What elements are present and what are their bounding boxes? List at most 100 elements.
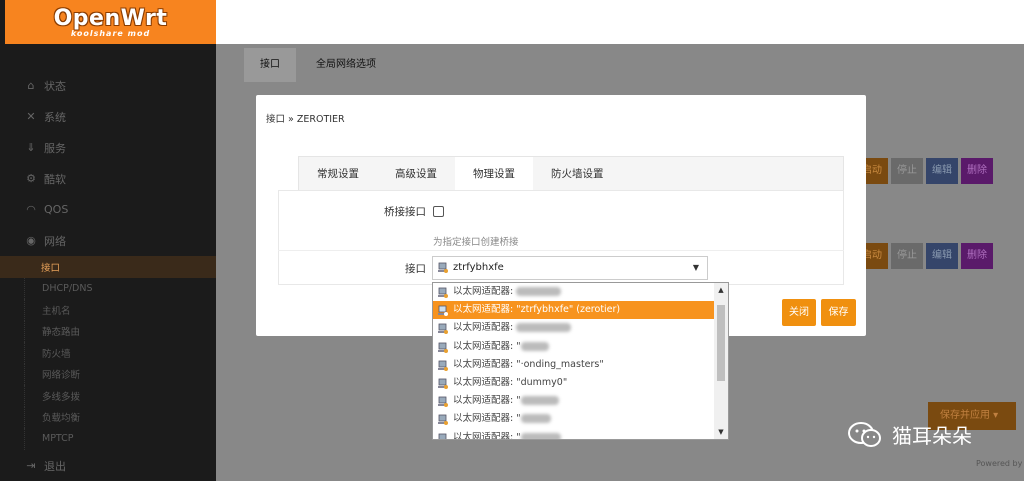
modal-tabs: 常规设置 高级设置 物理设置 防火墙设置 [298, 156, 844, 190]
tab-global-options[interactable]: 全局网络选项 [296, 48, 396, 82]
gauge-icon: ◠ [26, 202, 36, 216]
interface-row-actions: 启动 停止 编辑 删除 [856, 243, 993, 269]
interface-dropdown-list[interactable]: 以太网适配器: 以太网适配器: "ztrfybhxfe" (zerotier) … [432, 282, 729, 440]
network-adapter-icon [438, 433, 447, 439]
dropdown-option-prefix: 以太网适配器: [453, 304, 514, 316]
tab-general[interactable]: 常规设置 [299, 157, 377, 190]
stop-button[interactable]: 停止 [891, 158, 923, 184]
dropdown-option-prefix: 以太网适配器: [453, 431, 514, 440]
main-tabs: 接口 全局网络选项 [244, 48, 396, 82]
bridge-checkbox[interactable] [433, 206, 444, 217]
scroll-down-icon[interactable]: ▼ [714, 425, 728, 439]
scroll-up-icon[interactable]: ▲ [714, 283, 728, 297]
dropdown-option[interactable]: 以太网适配器: " [433, 410, 716, 428]
save-button[interactable]: 保存 [821, 299, 856, 326]
sidebar-subitem-diagnostics[interactable]: 网络诊断 [24, 363, 216, 385]
dropdown-option-prefix: 以太网适配器: [453, 395, 514, 407]
dropdown-option-prefix: 以太网适配器: [453, 322, 514, 334]
dropdown-option[interactable]: 以太网适配器: " [433, 338, 716, 356]
delete-button[interactable]: 删除 [961, 243, 993, 269]
redacted-text [520, 341, 549, 351]
sidebar-item-label: 系统 [44, 110, 66, 124]
powered-by: Powered by [976, 459, 1023, 468]
tab-advanced[interactable]: 高级设置 [377, 157, 455, 190]
dropdown-option-value: "dummy0" [516, 376, 568, 388]
sidebar-item-network[interactable]: ◉ 网络 [0, 225, 216, 256]
tab-interfaces[interactable]: 接口 [244, 48, 296, 82]
dropdown-option-value: " [516, 340, 521, 352]
dropdown-option[interactable]: 以太网适配器: " [433, 392, 716, 410]
network-adapter-icon [438, 378, 448, 389]
dropdown-option[interactable]: 以太网适配器: "dummy0" [433, 374, 716, 392]
network-adapter-icon [438, 323, 448, 335]
sidebar-subitem-firewall[interactable]: 防火墙 [24, 342, 216, 364]
sidebar-item-label: 酷软 [44, 172, 66, 186]
dropdown-option-prefix: 以太网适配器: [453, 376, 514, 388]
sidebar-item-label: 状态 [44, 79, 66, 93]
sidebar-subitem-dhcp[interactable]: DHCP/DNS [24, 277, 216, 299]
redacted-text [516, 323, 572, 333]
dropdown-option[interactable]: 以太网适配器: " [433, 429, 716, 440]
network-adapter-icon [438, 414, 448, 426]
sidebar-subitem-mptcp[interactable]: MPTCP [24, 428, 216, 450]
globe-icon: ◉ [26, 233, 36, 247]
sidebar-item-label: QOS [44, 203, 69, 216]
sidebar-subitem-loadbalance[interactable]: 负载均衡 [24, 406, 216, 428]
top-header [216, 0, 1024, 44]
network-adapter-icon [438, 287, 448, 298]
side-menu: ⌂ 状态 ✕ 系统 ⇓ 服务 ⚙ 酷软 ◠ QOS ◉ 网络 接口 DHCP/DNS 主机名… [0, 70, 216, 450]
dropdown-option-prefix: 以太网适配器: [453, 340, 514, 352]
dropdown-option-selected[interactable]: 以太网适配器: "ztrfybhxfe" (zerotier) [433, 301, 716, 320]
dropdown-option-prefix: 以太网适配器: [453, 358, 514, 370]
delete-button[interactable]: 删除 [961, 158, 993, 184]
tab-firewall[interactable]: 防火墙设置 [533, 157, 622, 190]
dropdown-option-prefix: 以太网适配器: [453, 413, 514, 425]
sidebar-subitem-multiwan[interactable]: 多线多拨 [24, 385, 216, 407]
sidebar-item-label: 服务 [44, 141, 66, 155]
tab-physical[interactable]: 物理设置 [455, 157, 533, 190]
dropdown-option-prefix: 以太网适配器: [453, 286, 514, 297]
gears-icon: ⚙ [26, 171, 36, 185]
logout-icon: ⇥ [26, 458, 36, 472]
sidebar-item-label: 退出 [44, 459, 66, 473]
network-adapter-icon [438, 360, 448, 371]
sidebar-item-system[interactable]: ✕ 系统 [0, 101, 216, 132]
chevron-down-icon: ▼ [692, 263, 699, 272]
dropdown-option-value: "ztrfybhxfe" (zerotier) [516, 304, 621, 316]
redacted-text [516, 287, 562, 296]
sidebar-item-logout[interactable]: ⇥ 退出 [0, 450, 66, 481]
dropdown-scrollbar[interactable]: ▲ ▼ [714, 283, 728, 439]
divider [278, 250, 844, 251]
sidebar-subitem-hostnames[interactable]: 主机名 [24, 299, 216, 321]
sidebar: OpenWrt koolshare mod ⌂ 状态 ✕ 系统 ⇓ 服务 ⚙ 酷软 ◠ Q… [0, 0, 216, 481]
sidebar-item-qos[interactable]: ◠ QOS [0, 194, 216, 225]
network-adapter-icon [438, 305, 448, 317]
openwrt-logo[interactable]: OpenWrt koolshare mod [5, 0, 216, 44]
sidebar-subitem-interfaces[interactable]: 接口 [0, 256, 216, 278]
scroll-thumb[interactable] [717, 305, 725, 381]
network-adapter-icon [438, 262, 448, 273]
close-button[interactable]: 关闭 [782, 299, 816, 326]
stop-button[interactable]: 停止 [891, 243, 923, 269]
dropdown-option[interactable]: 以太网适配器: "·onding_masters" [433, 356, 716, 374]
wechat-icon [848, 421, 881, 447]
logo-subtitle: koolshare mod [70, 29, 151, 38]
sidebar-item-status[interactable]: ⌂ 状态 [0, 70, 216, 101]
breadcrumb: 接口 » ZEROTIER [266, 114, 345, 125]
interface-label: 接口 [405, 263, 426, 275]
interface-select[interactable]: ztrfybhxfe ▼ [432, 256, 708, 280]
sidebar-item-label: 网络 [44, 234, 66, 248]
edit-button[interactable]: 编辑 [926, 243, 958, 269]
bridge-hint: 为指定接口创建桥接 [433, 237, 519, 248]
edit-button[interactable]: 编辑 [926, 158, 958, 184]
home-icon: ⌂ [27, 78, 35, 92]
sidebar-item-koolsoft[interactable]: ⚙ 酷软 [0, 163, 216, 194]
dropdown-option[interactable]: 以太网适配器: [433, 283, 716, 301]
dropdown-option[interactable]: 以太网适配器: [433, 319, 716, 337]
redacted-text [520, 414, 551, 424]
network-adapter-icon [438, 396, 448, 408]
sidebar-item-services[interactable]: ⇓ 服务 [0, 132, 216, 163]
redacted-text [520, 432, 561, 439]
sidebar-subitem-routes[interactable]: 静态路由 [24, 320, 216, 342]
dropdown-option-value: " [516, 431, 521, 440]
